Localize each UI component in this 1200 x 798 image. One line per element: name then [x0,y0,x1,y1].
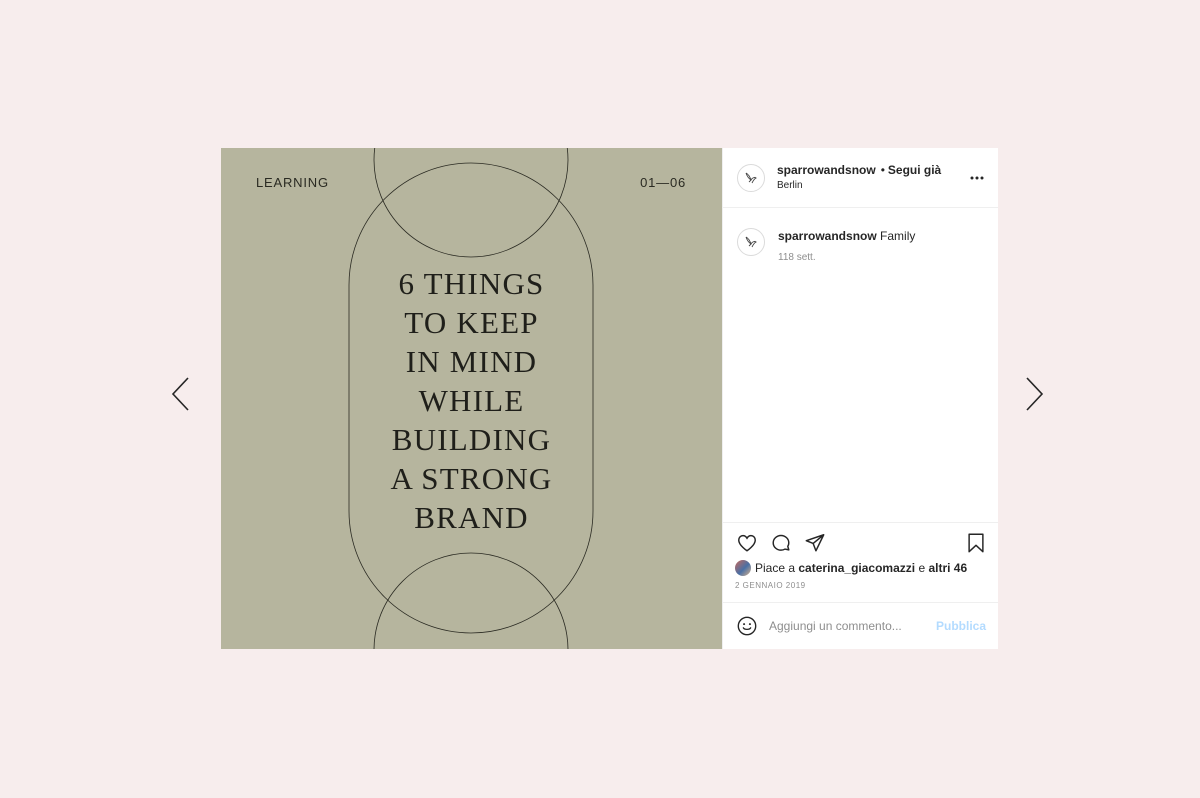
likes-prefix: Piace a [755,561,796,575]
follow-status-button[interactable]: Segui già [888,163,941,177]
caption-body: sparrowandsnow Family 118 sett. [778,228,915,263]
headline-line: WHILE [418,383,525,418]
likes-middle: e [918,561,926,575]
save-button[interactable] [964,531,988,555]
action-icons [735,529,988,557]
emoji-icon [737,616,757,636]
comment-icon [772,534,790,551]
comment-input[interactable] [769,619,936,633]
like-button[interactable] [735,531,759,555]
likes-others-link[interactable]: altri 46 [928,561,967,575]
likes-summary: Piace a caterina_giacomazzi e altri 46 [735,559,988,577]
publish-button[interactable]: Pubblica [936,619,986,633]
comment-form: Pubblica [723,602,998,649]
share-button[interactable] [803,531,827,555]
bookmark-icon [968,533,984,553]
headline-line: BRAND [414,500,529,535]
headline-line: 6 THINGS [398,266,545,301]
caption: sparrowandsnow Family 118 sett. [737,228,984,263]
header-username[interactable]: sparrowandsnow [777,163,876,177]
sparrow-icon [745,236,758,248]
headline-line: IN MIND [405,344,538,379]
chevron-left-icon [171,377,189,411]
headline: 6 THINGS TO KEEP IN MIND WHILE BUILDING … [221,264,722,537]
caption-username[interactable]: sparrowandsnow [778,229,877,243]
previous-post-button[interactable] [169,375,193,413]
headline-line: A STRONG [390,461,553,496]
likes-text: Piace a caterina_giacomazzi e altri 46 [755,561,967,575]
caption-line: sparrowandsnow Family [778,228,915,244]
location-link[interactable]: Berlin [777,178,968,193]
liker-username[interactable]: caterina_giacomazzi [798,561,915,575]
series-label: LEARNING [256,175,329,190]
more-options-button[interactable] [968,171,986,185]
comment-button[interactable] [769,531,793,555]
header-text: sparrowandsnow • Segui già Berlin [777,162,968,193]
caption-timestamp[interactable]: 118 sett. [778,252,915,263]
post-sidebar: sparrowandsnow • Segui già Berlin sparro… [722,148,998,649]
post-date[interactable]: 2 GENNAIO 2019 [735,581,988,590]
more-options-icon [970,176,984,179]
headline-line: BUILDING [391,422,552,457]
chevron-right-icon [1026,377,1044,411]
caption-avatar[interactable] [737,228,765,256]
avatar[interactable] [737,163,765,192]
post-header: sparrowandsnow • Segui già Berlin [723,148,998,208]
sparrow-icon [745,172,758,183]
emoji-button[interactable] [736,615,758,637]
post-image: LEARNING 01—06 6 THINGS TO KEEP IN MIND … [221,148,722,649]
separator-dot: • [880,163,885,177]
share-icon [805,534,825,552]
comments-area: sparrowandsnow Family 118 sett. [723,208,998,522]
liker-avatar[interactable] [735,560,751,576]
caption-text: Family [880,229,916,243]
slide-counter: 01—06 [640,175,686,190]
headline-line: TO KEEP [404,305,539,340]
post-actions: Piace a caterina_giacomazzi e altri 46 2… [723,522,998,602]
next-post-button[interactable] [1022,375,1046,413]
heart-icon [738,534,756,552]
post-modal: LEARNING 01—06 6 THINGS TO KEEP IN MIND … [221,148,998,649]
